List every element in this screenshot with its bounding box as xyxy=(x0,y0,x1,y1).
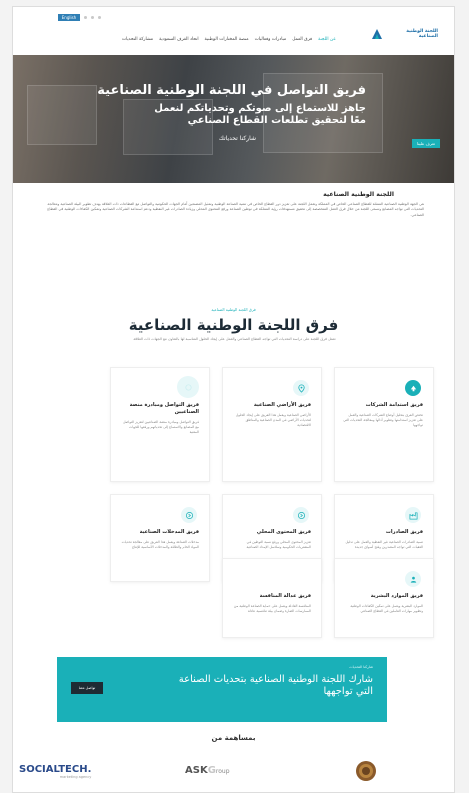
card-description: الأراضي الصناعية ويعمل هذا الفريق على إي… xyxy=(235,413,311,427)
askgroup-g-icon: G xyxy=(207,765,216,776)
team-card-lands[interactable]: فريق الأراضي الصناعية الأراضي الصناعية و… xyxy=(222,367,322,482)
social-icon[interactable] xyxy=(91,16,94,19)
logo-text: اللجنة الوطنية الصناعية xyxy=(406,29,438,39)
partner-seal-icon[interactable] xyxy=(355,760,377,782)
teams-description: تعمل فرق اللجنة على دراسة التحديات التي … xyxy=(133,337,336,341)
card-title: فريق الصادرات xyxy=(385,529,423,535)
socialtech-sub: marketing agency xyxy=(59,775,92,779)
hero-background-shape xyxy=(27,85,97,145)
factory-icon xyxy=(405,507,421,523)
card-description: تعزيز المحتوى المحلي ورفع نسبة التوطين ف… xyxy=(246,540,311,549)
social-icon[interactable] xyxy=(84,16,87,19)
hero-button[interactable]: تعرف علينا xyxy=(411,139,440,148)
nav-item-about[interactable]: عن اللجنة xyxy=(318,37,336,42)
site-logo[interactable]: اللجنة الوطنية الصناعية xyxy=(371,28,438,40)
card-title: فريق الموارد البشرية xyxy=(370,593,423,599)
socialtech-name: SOCIALTECH. xyxy=(19,764,92,775)
hero-share-text: شاركنا تحدياتك xyxy=(218,135,256,142)
card-title: فريق استدامة الشركات xyxy=(365,402,423,408)
card-description: الموارد البشرية ويعمل على تمكين الكفاءات… xyxy=(350,604,423,613)
askgroup-name: ASK xyxy=(185,765,208,776)
card-description: المنافسة العادلة ويعمل على حماية الصناعة… xyxy=(233,604,311,613)
language-button[interactable]: English xyxy=(58,14,80,21)
cta-title: شارك اللجنة الوطنية الصناعية بتحديات الص… xyxy=(178,674,373,697)
card-description: مدخلات الصناعة ويعمل هذا الفريق على معال… xyxy=(121,540,199,549)
partner-logo-socialtech[interactable]: SOCIALTECH. marketing agency xyxy=(19,764,91,779)
card-description: تختص الفرق بتحليل أوضاع الشركات الصناعية… xyxy=(343,413,423,427)
partners-title: بمساهمة من xyxy=(211,734,256,742)
logo-icon xyxy=(372,29,382,39)
team-card-competition[interactable]: فريق عدالة المنافسة المنافسة العادلة ويع… xyxy=(222,558,322,638)
card-title: فريق عدالة المنافسة xyxy=(259,593,311,599)
card-description: فريق التواصل ومبادرة منصة الصناعيين لتعز… xyxy=(122,420,199,434)
hero-subtitle: جاهز للاستماع إلى صوتكم وتحدياتكم لنعمل … xyxy=(154,103,366,126)
main-nav: عن اللجنة فرق العمل مبادرات وفعاليات منص… xyxy=(122,37,336,42)
site-header: English اللجنة الوطنية الصناعية عن اللجن… xyxy=(13,7,454,55)
teams-kicker: فرق اللجنة الوطنية الصناعية xyxy=(211,307,256,312)
card-description: تنمية الصادرات الصناعية غير النفطية والع… xyxy=(345,540,423,549)
about-text: هي الجهة الوطنية الصناعية الممثلة للقطاع… xyxy=(47,202,424,217)
contact-button[interactable]: تواصل معنا xyxy=(71,682,103,694)
communication-icon xyxy=(177,376,199,398)
hero-title: فريق التواصل في اللجنة الوطنية الصناعية xyxy=(97,83,366,98)
chevron-circle-icon xyxy=(181,507,197,523)
about-title: اللجنة الوطنية الصناعية xyxy=(323,191,394,198)
team-card-hr[interactable]: فريق الموارد البشرية الموارد البشرية ويع… xyxy=(334,558,434,638)
arrow-up-icon xyxy=(405,380,421,396)
card-title: فريق الأراضي الصناعية xyxy=(253,402,311,408)
social-icon[interactable] xyxy=(98,16,101,19)
people-icon xyxy=(405,571,421,587)
competition-icon xyxy=(293,571,309,587)
team-card-inputs[interactable]: فريق المدخلات الصناعية مدخلات الصناعة وي… xyxy=(110,494,210,582)
teams-title: فرق اللجنة الوطنية الصناعية xyxy=(128,316,339,334)
location-pin-icon xyxy=(293,380,309,396)
nav-item-initiatives[interactable]: مبادرات وفعاليات xyxy=(255,37,287,42)
card-title: فريق المحتوى المحلي xyxy=(256,529,311,535)
cta-kicker: شاركنا التحديات xyxy=(349,665,373,669)
social-links xyxy=(84,16,101,19)
page: English اللجنة الوطنية الصناعية عن اللجن… xyxy=(12,6,455,793)
partner-logo-askgroup[interactable]: ASKGroup xyxy=(185,765,230,776)
nav-item-teams[interactable]: فرق العمل xyxy=(292,37,312,42)
card-title: فريق التواصل ومبادرة منصة الصناعيين xyxy=(129,402,199,415)
nav-item-national-platform[interactable]: منصة المختارات الوطنية xyxy=(205,37,249,42)
cta-banner: شاركنا التحديات شارك اللجنة الوطنية الصن… xyxy=(57,657,387,722)
nav-item-chambers[interactable]: اتحاد الغرف السعودية xyxy=(159,37,198,42)
hero-banner: فريق التواصل في اللجنة الوطنية الصناعية … xyxy=(13,55,454,183)
askgroup-suffix: roup xyxy=(215,768,230,775)
nav-item-share-challenges[interactable]: مشاركة التحديات xyxy=(122,37,153,42)
team-card-sustainability[interactable]: فريق استدامة الشركات تختص الفرق بتحليل أ… xyxy=(334,367,434,482)
target-icon xyxy=(293,507,309,523)
team-card-communication[interactable]: فريق التواصل ومبادرة منصة الصناعيين فريق… xyxy=(110,367,210,482)
card-title: فريق المدخلات الصناعية xyxy=(139,529,199,535)
